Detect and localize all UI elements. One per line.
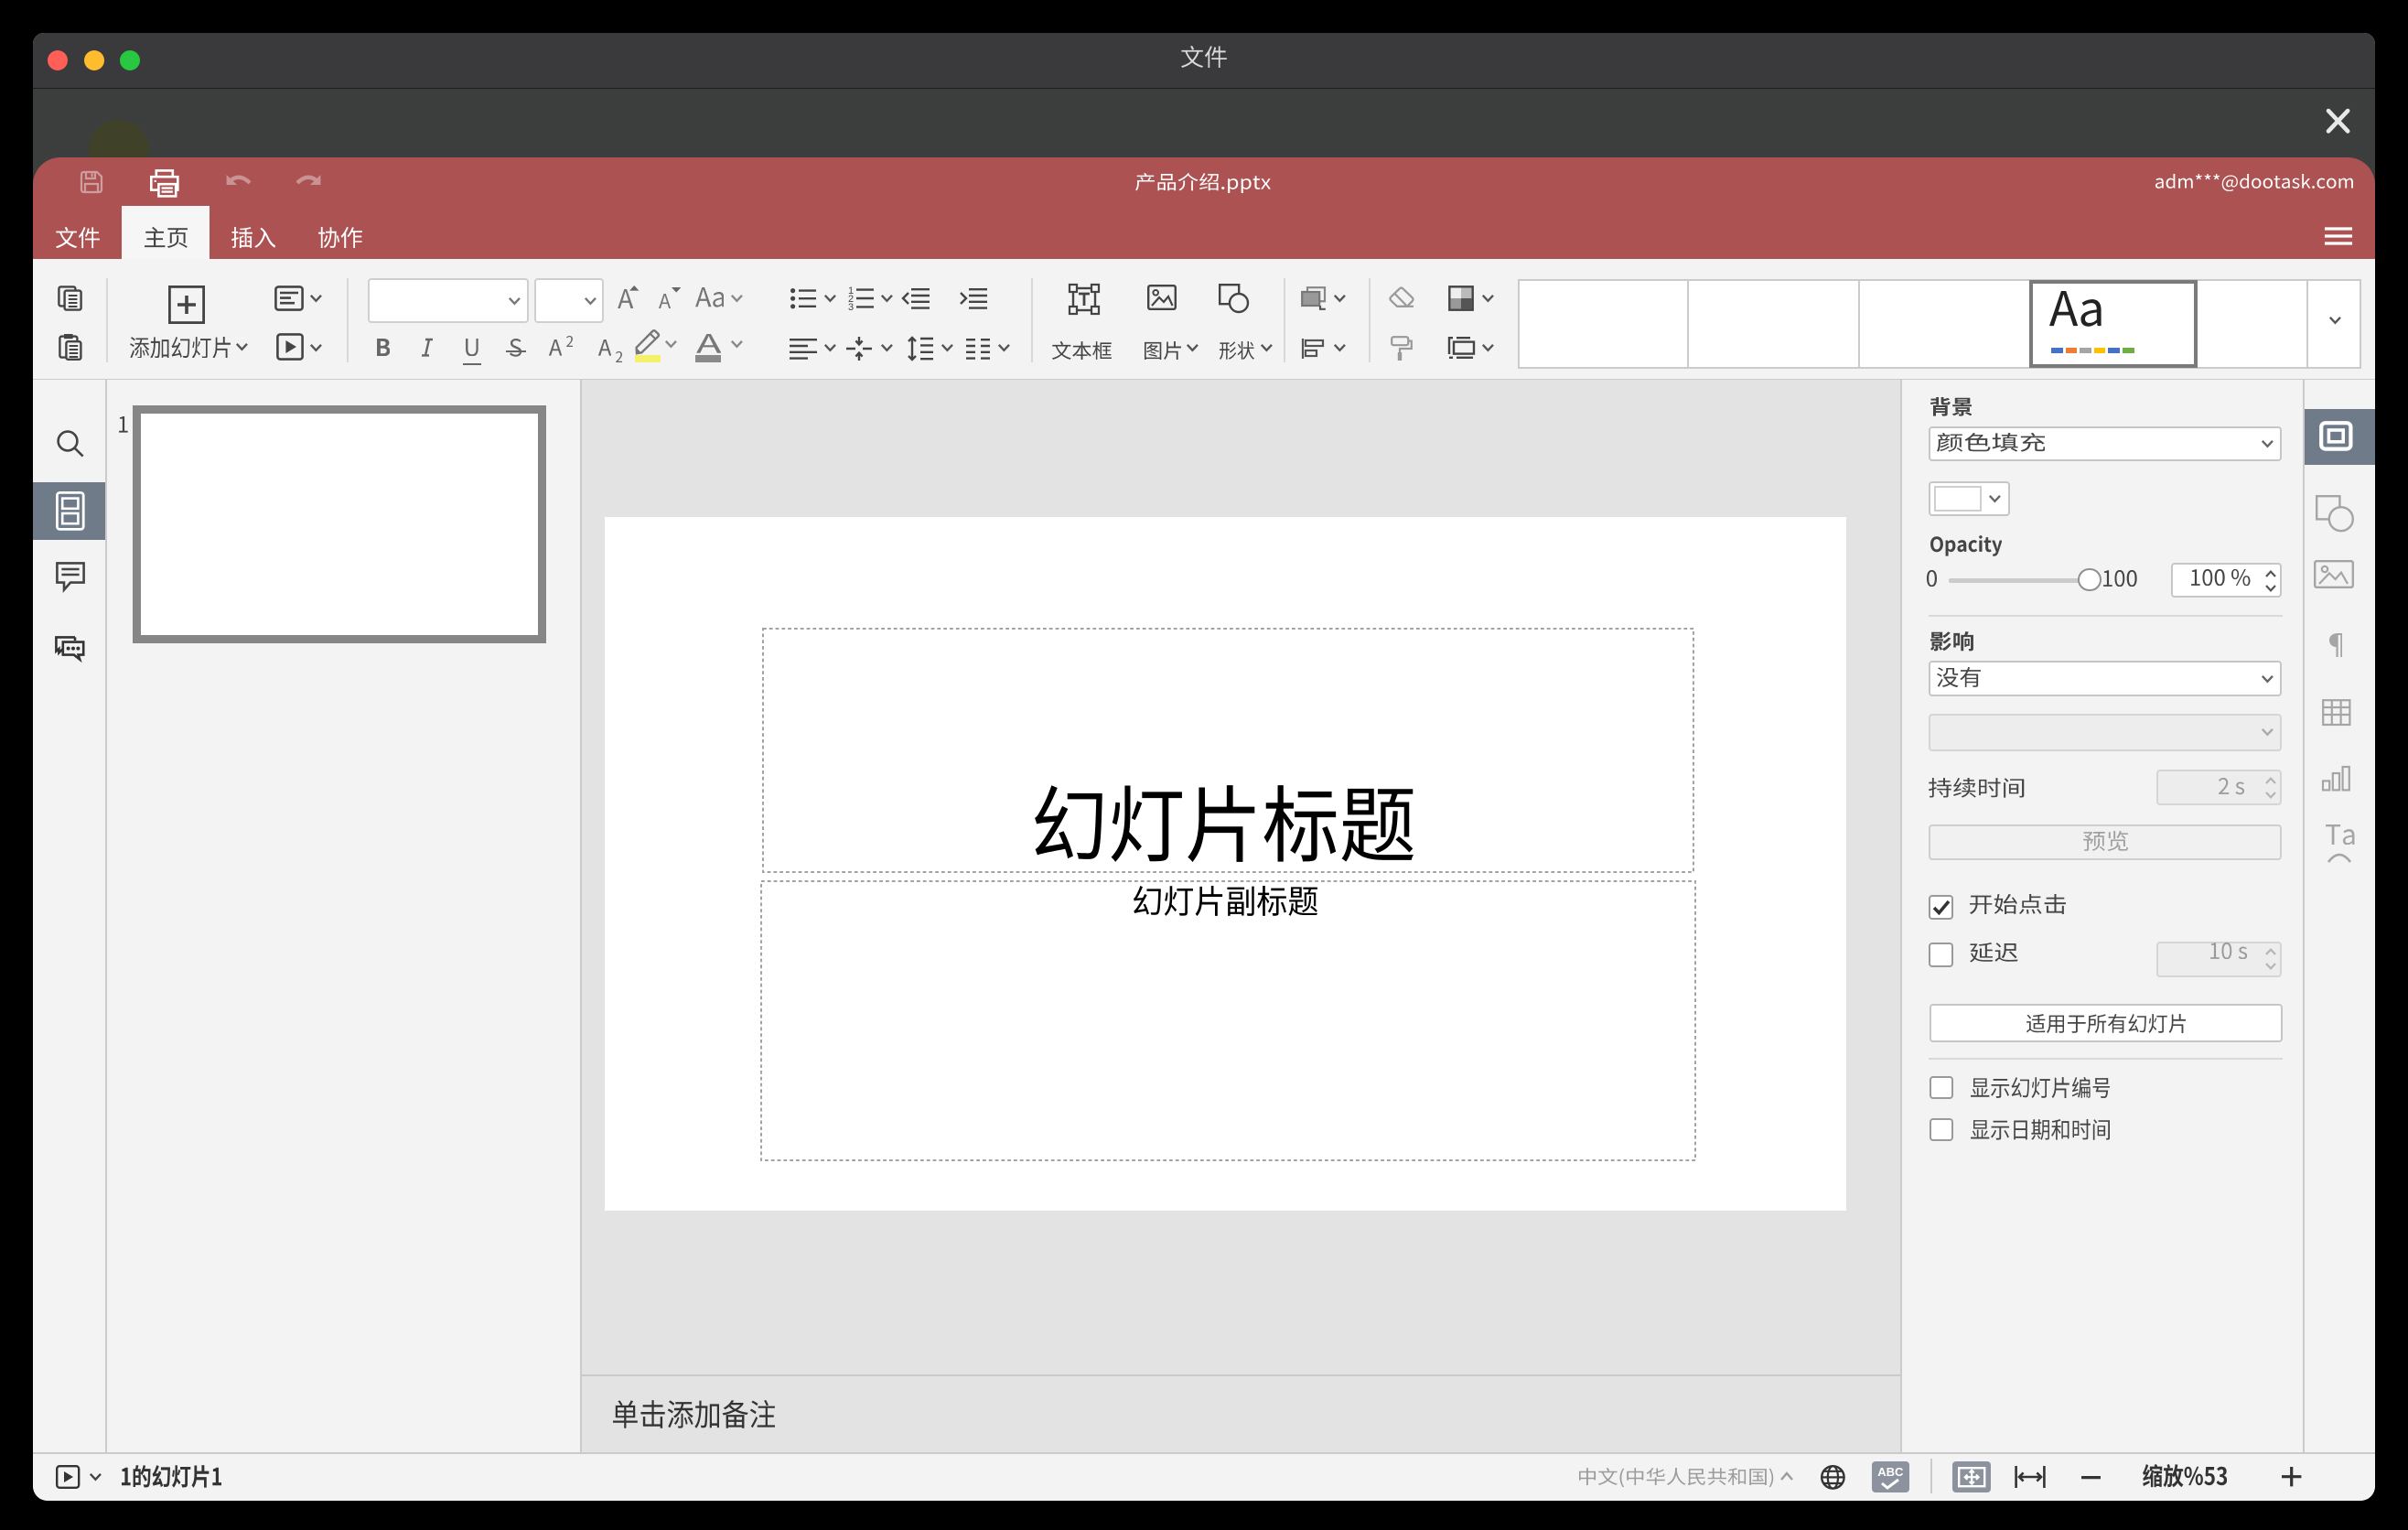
svg-text:3: 3 xyxy=(848,302,854,313)
